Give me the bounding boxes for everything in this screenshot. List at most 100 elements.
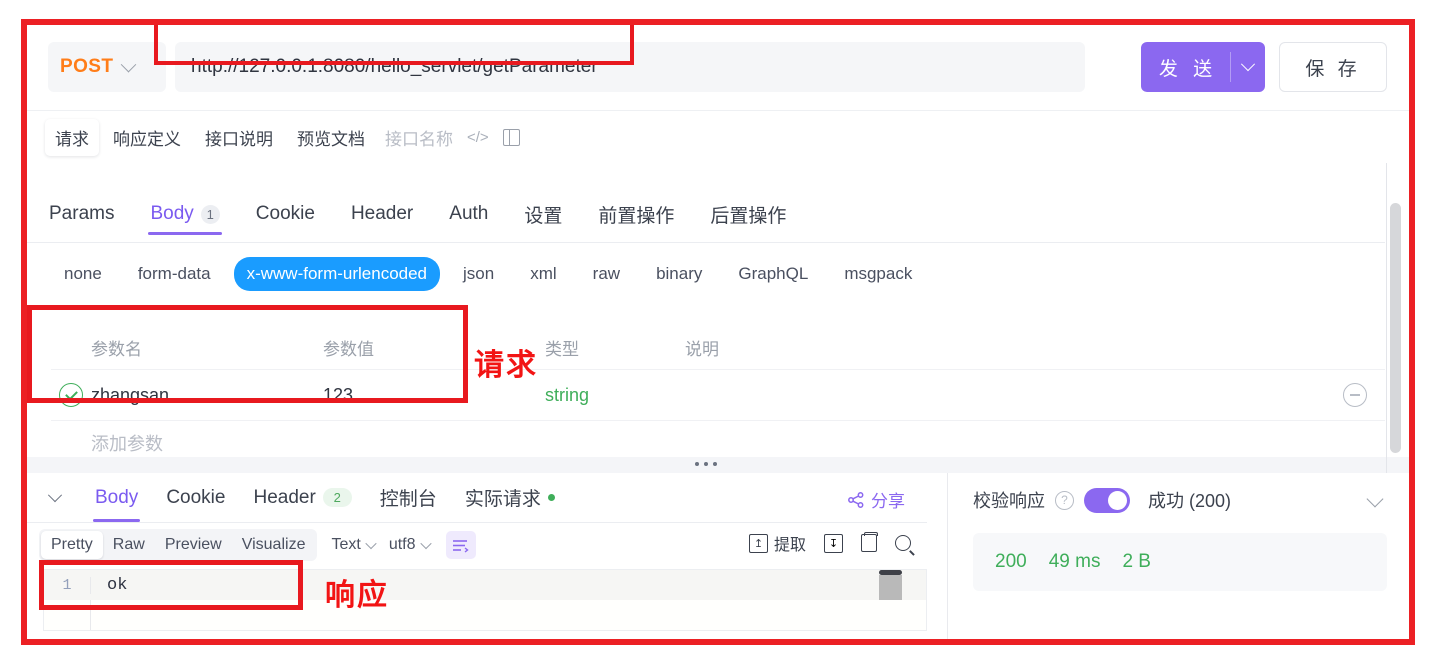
encoding-select[interactable]: utf8 — [389, 536, 432, 554]
params-table: 参数名 参数值 类型 说明 zhangsan 123 string 添加参数 — [51, 325, 1385, 465]
share-label: 分享 — [871, 492, 905, 511]
doc-tab-preview-doc[interactable]: 预览文档 — [287, 119, 375, 156]
tab-label: Body — [150, 203, 194, 224]
save-button[interactable]: 保 存 — [1279, 42, 1387, 92]
table-row: zhangsan 123 string — [51, 370, 1385, 421]
format-select-value: Text — [331, 536, 361, 553]
tab-label: Header — [253, 486, 316, 508]
validate-status: 成功 (200) — [1148, 491, 1232, 511]
screenshot-root: POST http://127.0.0.1:8080/hello_servlet… — [0, 0, 1433, 666]
panel-splitter[interactable] — [27, 457, 1409, 473]
doc-tab-request[interactable]: 请求 — [45, 118, 99, 156]
tab-label: 后置操作 — [710, 205, 787, 227]
tab-auth[interactable]: Auth — [449, 185, 488, 235]
body-type-graphql[interactable]: GraphQL — [725, 257, 821, 291]
tab-cookie[interactable]: Cookie — [256, 185, 315, 235]
cell-param-type[interactable]: string — [545, 385, 685, 406]
gutter-divider — [90, 600, 91, 630]
wrap-lines-button[interactable] — [445, 531, 476, 559]
body-type-msgpack[interactable]: msgpack — [831, 257, 925, 291]
extract-label: 提取 — [773, 537, 806, 554]
tab-label: 设置 — [524, 205, 563, 227]
split-panel-icon[interactable] — [502, 128, 520, 146]
line-content: ok — [107, 575, 128, 595]
check-icon — [59, 383, 83, 407]
tab-label: Cookie — [166, 486, 226, 508]
tab-label: 控制台 — [379, 489, 437, 510]
extract-icon: ↥ — [748, 533, 768, 553]
view-mode-preview[interactable]: Preview — [155, 531, 232, 559]
cell-param-value[interactable]: 123 — [323, 385, 545, 406]
code-line: 1 ok — [44, 570, 926, 600]
response-tab-body[interactable]: Body — [92, 473, 141, 522]
body-type-none[interactable]: none — [51, 257, 115, 291]
response-toolbar-actions: ↥ 提取 ↧ — [748, 531, 911, 555]
status-dot-icon — [547, 494, 555, 501]
tab-params[interactable]: Params — [49, 185, 114, 235]
minus-circle-icon — [1343, 383, 1367, 407]
collapse-response-button[interactable] — [43, 487, 67, 503]
row-remove-button[interactable] — [1325, 383, 1385, 407]
body-type-form-data[interactable]: form-data — [125, 257, 224, 291]
format-select[interactable]: Text — [331, 536, 377, 554]
status-code: 200 — [995, 551, 1027, 572]
header-param-desc: 说明 — [685, 339, 719, 359]
view-mode-visualize[interactable]: Visualize — [232, 531, 316, 559]
body-type-raw[interactable]: raw — [580, 257, 633, 291]
chevron-down-icon[interactable] — [1366, 490, 1384, 508]
response-tab-actual-request[interactable]: 实际请求 — [465, 473, 555, 522]
chevron-down-icon — [419, 537, 432, 550]
tab-body[interactable]: Body 1 — [148, 185, 223, 235]
response-tab-header[interactable]: Header 2 — [253, 473, 352, 522]
body-type-selector: none form-data x-www-form-urlencoded jso… — [27, 247, 1385, 301]
body-type-json[interactable]: json — [450, 257, 507, 291]
view-mode-group: Pretty Raw Preview Visualize — [39, 529, 318, 561]
tab-label: Body — [95, 486, 139, 508]
doc-tab-api-desc[interactable]: 接口说明 — [195, 119, 283, 156]
tab-label: 前置操作 — [598, 205, 675, 227]
row-enable-checkbox[interactable] — [51, 383, 91, 407]
api-client-app: POST http://127.0.0.1:8080/hello_servlet… — [27, 25, 1409, 639]
api-name-input[interactable]: 接口名称 — [379, 119, 459, 156]
question-icon[interactable]: ? — [1055, 490, 1074, 510]
view-mode-pretty[interactable]: Pretty — [41, 531, 103, 559]
share-button[interactable]: 分享 — [847, 487, 905, 512]
tab-label: 实际请求 — [464, 489, 541, 510]
tab-label: Header — [350, 203, 414, 224]
header-param-name: 参数名 — [91, 339, 142, 359]
body-type-x-www-form-urlencoded[interactable]: x-www-form-urlencoded — [233, 257, 441, 291]
vertical-scrollbar-thumb[interactable] — [879, 575, 902, 600]
validate-toggle[interactable] — [1084, 487, 1130, 513]
code-icon[interactable]: </> — [463, 129, 493, 146]
send-button[interactable]: 发 送 — [1141, 42, 1265, 92]
tab-pre-operation[interactable]: 前置操作 — [598, 185, 674, 235]
http-method-selector[interactable]: POST — [48, 42, 166, 92]
response-tab-console[interactable]: 控制台 — [380, 473, 437, 522]
copy-icon[interactable] — [861, 532, 878, 552]
tab-label: Cookie — [255, 203, 315, 224]
download-icon[interactable]: ↧ — [824, 533, 843, 553]
tab-header[interactable]: Header — [351, 185, 413, 235]
url-input[interactable]: http://127.0.0.1:8080/hello_servlet/getP… — [175, 42, 1085, 92]
validate-label: 校验响应 — [973, 491, 1045, 511]
cell-param-name[interactable]: zhangsan — [91, 385, 323, 406]
tab-badge: 2 — [322, 488, 352, 507]
tab-post-operation[interactable]: 后置操作 — [710, 185, 786, 235]
body-type-xml[interactable]: xml — [517, 257, 569, 291]
view-mode-raw[interactable]: Raw — [103, 531, 155, 559]
response-tab-cookie[interactable]: Cookie — [166, 473, 225, 522]
tab-settings[interactable]: 设置 — [524, 185, 562, 235]
annotation-response-label: 响应 — [325, 579, 389, 612]
content-scrollbar-thumb[interactable] — [1390, 203, 1401, 453]
http-method-label: POST — [60, 56, 114, 77]
body-type-binary[interactable]: binary — [643, 257, 715, 291]
extract-button[interactable]: ↥ 提取 — [748, 531, 806, 555]
request-tab-bar: Params Body 1 Cookie Header Auth 设置 前置操作 — [27, 185, 1385, 243]
send-options-dropdown[interactable] — [1231, 57, 1265, 72]
doc-tab-response-def[interactable]: 响应定义 — [103, 119, 191, 156]
search-icon[interactable] — [895, 535, 911, 551]
table-header-row: 参数名 参数值 类型 说明 — [51, 325, 1385, 370]
response-body-viewer[interactable]: 1 ok — [43, 569, 927, 631]
tab-label: Auth — [449, 203, 489, 224]
tab-badge: 1 — [200, 204, 220, 224]
